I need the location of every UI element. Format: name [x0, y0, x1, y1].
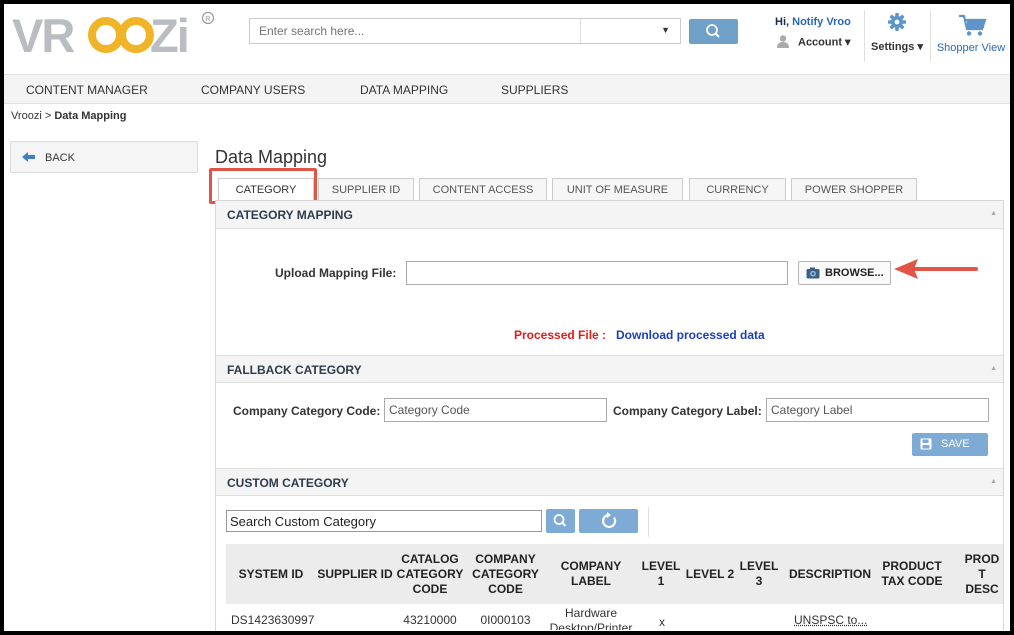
company-category-label-input[interactable] — [766, 398, 989, 422]
company-category-code-label: Company Category Code: — [233, 404, 381, 418]
breadcrumb-root[interactable]: Vroozi — [11, 110, 42, 122]
search-icon — [706, 24, 720, 38]
browse-button[interactable]: BROWSE... — [798, 261, 891, 285]
cell-description[interactable]: UNSPSC to... — [794, 613, 867, 627]
collapse-icon[interactable]: ▲ — [990, 210, 997, 217]
save-label: SAVE — [941, 438, 970, 450]
shopper-view-link[interactable]: Shopper View — [932, 10, 1010, 62]
tab-supplier-id[interactable]: SUPPLIER ID — [318, 178, 414, 201]
global-search: ▼ — [249, 18, 681, 44]
vroozi-logo[interactable]: VR Zi R — [10, 8, 220, 58]
gear-icon — [888, 13, 906, 31]
save-button[interactable]: SAVE — [912, 433, 988, 456]
custom-category-header[interactable]: CUSTOM CATEGORY ▲ — [216, 468, 1003, 496]
category-mapping-header[interactable]: CATEGORY MAPPING ▲ — [216, 201, 1003, 229]
divider — [864, 10, 865, 62]
custom-category-table-header: SYSTEM ID SUPPLIER ID CATALOG CATEGORY C… — [226, 544, 1003, 604]
svg-text:R: R — [205, 14, 211, 23]
back-button[interactable]: BACK — [10, 141, 198, 173]
tab-highlight-annotation — [209, 168, 317, 204]
cell-company-label: Hardware Desktop/Printer — [549, 606, 633, 630]
settings-menu[interactable]: Settings ▾ — [866, 10, 928, 62]
divider — [930, 10, 931, 62]
tab-power-shopper[interactable]: POWER SHOPPER — [791, 178, 917, 201]
company-category-label-label: Company Category Label: — [613, 404, 762, 418]
nav-item-company-users[interactable]: COMPANY USERS — [201, 83, 305, 97]
column-header-product-tax-description[interactable]: PROD T DESC — [947, 544, 1003, 604]
user-name: Notify Vroo — [792, 16, 851, 28]
svg-text:Zi: Zi — [150, 9, 188, 58]
breadcrumb-current: Data Mapping — [54, 110, 127, 122]
column-header-system-id[interactable]: SYSTEM ID — [226, 544, 316, 604]
column-header-level-1[interactable]: LEVEL 1 — [637, 544, 685, 604]
search-scope-select[interactable]: ▼ — [580, 19, 680, 43]
download-processed-link[interactable]: Download processed data — [616, 328, 765, 342]
column-header-product-tax-code[interactable]: PRODUCT TAX CODE — [877, 544, 947, 604]
tab-currency[interactable]: CURRENCY — [689, 178, 786, 201]
processed-file-label: Processed File : — [514, 328, 607, 342]
chevron-down-icon: ▼ — [661, 25, 670, 35]
svg-text:VR: VR — [12, 9, 74, 58]
cell-company-category-code: 0I000103 — [480, 613, 531, 627]
search-icon — [553, 514, 567, 527]
collapse-icon[interactable]: ▲ — [990, 478, 997, 485]
arrow-annotation-icon — [894, 259, 978, 279]
back-label: BACK — [45, 152, 75, 164]
breadcrumb-separator: > — [44, 110, 52, 122]
nav-item-content-manager[interactable]: CONTENT MANAGER — [26, 83, 148, 97]
column-header-level-2[interactable]: LEVEL 2 — [685, 544, 735, 604]
fallback-category-title: FALLBACK CATEGORY — [227, 363, 362, 377]
tab-unit-of-measure[interactable]: UNIT OF MEASURE — [552, 178, 683, 201]
browse-label: BROWSE... — [825, 267, 884, 279]
breadcrumb: Vroozi > Data Mapping — [11, 110, 126, 122]
shopper-view-label: Shopper View — [936, 42, 1006, 54]
fallback-category-header[interactable]: FALLBACK CATEGORY ▲ — [216, 355, 1003, 383]
column-header-description[interactable]: DESCRIPTION — [783, 544, 877, 604]
global-search-input[interactable] — [250, 19, 580, 43]
custom-category-refresh-button[interactable] — [579, 509, 638, 533]
category-mapping-title: CATEGORY MAPPING — [227, 208, 353, 222]
collapse-icon[interactable]: ▲ — [990, 365, 997, 372]
account-label: Account ▾ — [798, 36, 851, 49]
divider — [648, 507, 649, 537]
refresh-icon — [602, 512, 617, 529]
user-icon — [776, 34, 790, 51]
save-icon — [920, 438, 932, 450]
company-category-code-input[interactable] — [384, 398, 607, 422]
camera-icon — [806, 267, 820, 279]
column-header-company-label[interactable]: COMPANY LABEL — [545, 544, 637, 604]
column-header-company-category-code[interactable]: COMPANY CATEGORY CODE — [466, 544, 545, 604]
column-header-level-3[interactable]: LEVEL 3 — [735, 544, 783, 604]
header: VR Zi R ▼ Hi, Notify Vroo Account ▾ — [4, 4, 1010, 74]
app-window: VR Zi R ▼ Hi, Notify Vroo Account ▾ — [4, 4, 1010, 631]
account-menu[interactable]: Account ▾ — [776, 34, 851, 51]
cell-system-id: DS1423630997 — [231, 613, 315, 627]
page-title: Data Mapping — [215, 147, 328, 167]
mapping-panels: CATEGORY MAPPING ▲ Upload Mapping File: … — [215, 200, 1004, 631]
upload-mapping-label: Upload Mapping File: — [275, 266, 397, 280]
cell-level-1: x — [659, 615, 665, 629]
global-search-button[interactable] — [689, 19, 738, 44]
tab-content-access[interactable]: CONTENT ACCESS — [419, 178, 547, 201]
arrow-left-icon — [22, 152, 35, 162]
custom-category-title: CUSTOM CATEGORY — [227, 476, 349, 490]
settings-label: Settings ▾ — [871, 41, 923, 53]
custom-category-search-input[interactable] — [226, 510, 542, 532]
cell-catalog-category-code: 43210000 — [403, 613, 457, 627]
nav-item-suppliers[interactable]: SUPPLIERS — [501, 83, 568, 97]
upload-mapping-input[interactable] — [406, 261, 788, 285]
column-header-catalog-category-code[interactable]: CATALOG CATEGORY CODE — [394, 544, 466, 604]
nav-item-data-mapping[interactable]: DATA MAPPING — [360, 83, 448, 97]
cart-icon — [959, 14, 987, 36]
main-nav: CONTENT MANAGER COMPANY USERS DATA MAPPI… — [4, 74, 1010, 104]
column-header-supplier-id[interactable]: SUPPLIER ID — [316, 544, 394, 604]
custom-category-search-button[interactable] — [546, 509, 575, 533]
user-greeting: Hi, Notify Vroo — [775, 16, 851, 28]
